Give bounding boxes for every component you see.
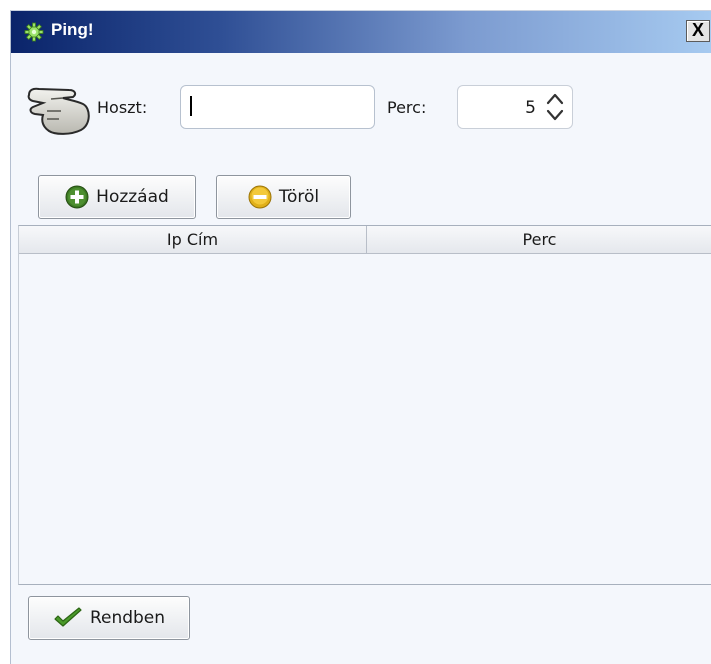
ping-dialog: Ping! X Hoszt: Perc: 5 Hozzáad Töröl Ip … — [10, 10, 711, 664]
title-bar[interactable]: Ping! X — [11, 11, 711, 53]
host-label: Hoszt: — [97, 98, 148, 117]
table-body[interactable] — [19, 255, 711, 585]
host-table[interactable]: Ip Cím Perc — [18, 225, 711, 585]
spinner-down-icon — [546, 109, 564, 121]
minutes-spinner[interactable]: 5 — [457, 85, 573, 129]
spinner-arrows-icon[interactable] — [544, 90, 566, 124]
add-button[interactable]: Hozzáad — [38, 175, 196, 219]
column-header-ip[interactable]: Ip Cím — [19, 226, 367, 254]
table-header: Ip Cím Perc — [19, 226, 711, 254]
minutes-value: 5 — [525, 98, 536, 118]
checkmark-icon — [54, 607, 82, 627]
close-button[interactable]: X — [686, 20, 710, 42]
column-header-minutes[interactable]: Perc — [367, 226, 711, 254]
minutes-label: Perc: — [387, 98, 427, 117]
gear-icon — [24, 22, 44, 42]
add-button-label: Hozzáad — [96, 187, 169, 207]
text-caret — [190, 96, 192, 116]
remove-button-label: Töröl — [278, 187, 320, 207]
ok-button[interactable]: Rendben — [28, 596, 190, 640]
plus-circle-icon — [65, 185, 89, 209]
spinner-up-icon — [546, 93, 564, 105]
remove-button[interactable]: Töröl — [216, 175, 351, 219]
pointing-hand-icon — [27, 87, 90, 135]
window-title: Ping! — [51, 20, 94, 39]
host-input[interactable] — [180, 85, 375, 129]
minus-circle-icon — [248, 185, 272, 209]
ok-button-label: Rendben — [89, 608, 166, 628]
